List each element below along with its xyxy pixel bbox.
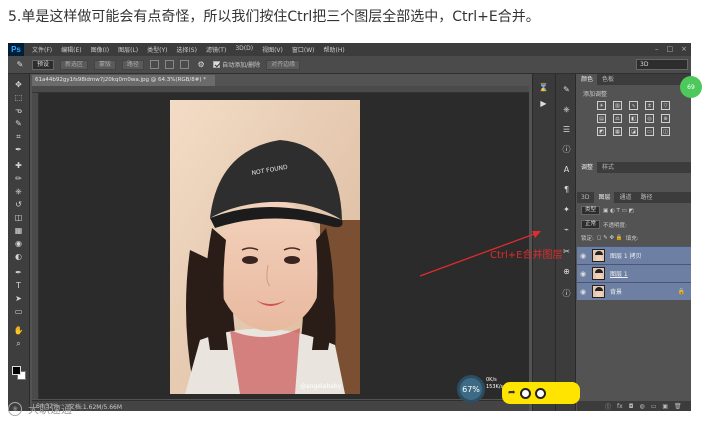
screenshot-root: 5.单是这样做可能会有点奇怪，所以我们按住Ctrl把三个图层全部选中，Ctrl+… bbox=[0, 0, 703, 426]
eye-left-icon bbox=[519, 387, 531, 399]
upload-speed: 0K/s bbox=[486, 377, 497, 383]
watermark-logo-icon: ❀ bbox=[8, 402, 22, 416]
lightning-icon: ➦ bbox=[508, 388, 516, 398]
annotation-arrow bbox=[419, 231, 541, 277]
watermark-text: 大职速通 bbox=[28, 403, 72, 416]
network-speed: 0K/s 153K/s bbox=[486, 377, 503, 391]
green-floating-badge[interactable]: 69 bbox=[680, 76, 702, 98]
memory-progress-badge[interactable]: 67% bbox=[457, 375, 485, 403]
download-speed: 153K/s bbox=[486, 384, 504, 390]
site-watermark: ❀ 大职速通 bbox=[8, 401, 72, 417]
eye-right-icon bbox=[534, 387, 546, 399]
annotation-label: Ctrl+E合并图层 bbox=[490, 250, 563, 261]
floating-toolbar[interactable]: ➦ bbox=[502, 382, 580, 404]
